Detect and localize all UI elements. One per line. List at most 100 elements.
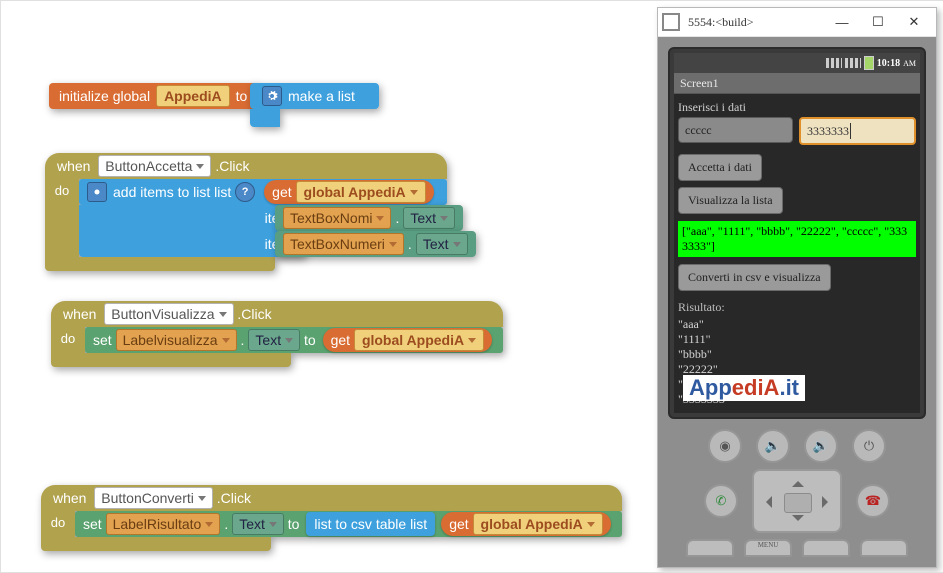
block-textboxnomi-text[interactable]: TextBoxNomi . Text (275, 205, 463, 231)
block-when-visualizza[interactable]: when ButtonVisualizza .Click do set Labe… (51, 301, 503, 367)
component-dropdown[interactable]: ButtonConverti (94, 487, 213, 509)
power-button[interactable]: ⏻ (852, 429, 886, 463)
label: .Click (215, 158, 249, 174)
label: .Click (237, 306, 271, 322)
label: to (304, 332, 316, 348)
label: set (83, 516, 102, 532)
label: get (331, 332, 350, 348)
android-statusbar: 10:18 AM (674, 53, 920, 73)
minimize-button[interactable]: — (824, 15, 860, 30)
label: do (55, 183, 69, 257)
variable-name[interactable]: AppediA (156, 85, 230, 107)
button-converti[interactable]: Converti in csv e visualizza (678, 264, 831, 291)
home-cap[interactable] (686, 539, 734, 557)
block-list-to-csv[interactable]: list to csv table list (306, 512, 435, 536)
property-dropdown[interactable]: Text (232, 513, 284, 535)
call-button[interactable]: ✆ (704, 484, 738, 518)
dropdown-text: Text (410, 210, 436, 226)
result-label: Risultato: (678, 300, 916, 315)
block-initialize-global[interactable]: initialize global AppediA to (49, 83, 257, 109)
label: make a list (288, 88, 355, 104)
block-make-a-list[interactable]: make a list (250, 83, 379, 127)
screen-title: Screen1 (680, 76, 719, 91)
close-button[interactable]: ✕ (896, 14, 932, 30)
label: .Click (217, 490, 251, 506)
label: to (236, 88, 248, 104)
variable-ref[interactable]: global AppediA (473, 513, 603, 535)
component-dropdown[interactable]: TextBoxNumeri (283, 233, 404, 255)
list-tail (250, 109, 280, 127)
component-dropdown[interactable]: LabelRisultato (106, 513, 221, 535)
dpad-right-icon (822, 496, 834, 508)
gear-icon[interactable] (87, 182, 107, 202)
battery-icon (864, 56, 874, 70)
gear-icon[interactable] (262, 86, 282, 106)
block-get-global[interactable]: get global AppediA (264, 180, 434, 204)
property-dropdown[interactable]: Text (403, 207, 455, 229)
watermark-part: ediA (732, 375, 780, 400)
component-dropdown[interactable]: Labelvisualizza (116, 329, 237, 351)
prompt-label: Inserisci i dati (678, 100, 916, 115)
dpad-left-icon (760, 496, 772, 508)
property-dropdown[interactable]: Text (416, 233, 468, 255)
block-set-labelrisultato[interactable]: set LabelRisultato . Text to list to csv… (75, 511, 622, 537)
chevron-down-icon (285, 338, 293, 343)
component-dropdown[interactable]: ButtonAccetta (98, 155, 211, 177)
help-icon[interactable]: ? (235, 182, 255, 202)
button-visualizza[interactable]: Visualizza la lista (678, 187, 783, 214)
label: do (61, 331, 75, 353)
dropdown-text: global AppediA (362, 332, 464, 348)
label: do (51, 515, 65, 537)
maximize-button[interactable]: ☐ (860, 14, 896, 30)
property-dropdown[interactable]: Text (248, 329, 300, 351)
chevron-down-icon (269, 522, 277, 527)
input-value: ccccc (685, 123, 712, 138)
volume-down-button[interactable]: 🔈 (756, 429, 790, 463)
button-accetta[interactable]: Accetta i dati (678, 154, 762, 181)
endcall-button[interactable]: ☎ (856, 484, 890, 518)
dropdown-text: TextBoxNumeri (290, 236, 385, 252)
block-get-global[interactable]: get global AppediA (323, 328, 493, 352)
clock: 10:18 (877, 58, 900, 69)
block-foot (45, 257, 275, 271)
component-dropdown[interactable]: ButtonVisualizza (104, 303, 233, 325)
watermark-part: App (689, 375, 732, 400)
block-get-global[interactable]: get global AppediA (441, 512, 611, 536)
textbox-numeri[interactable]: 3333333 (799, 117, 916, 145)
back-cap[interactable] (802, 539, 850, 557)
block-add-items-to-list[interactable]: add items to list list ? get global Appe… (79, 179, 447, 205)
dpad[interactable] (752, 469, 842, 533)
phone-frame: 10:18 AM Screen1 Inserisci i dati ccccc … (668, 47, 926, 419)
window-titlebar[interactable]: 5554:<build> — ☐ ✕ (658, 8, 936, 37)
phone-screen: Inserisci i dati ccccc 3333333 Accetta i… (674, 94, 920, 413)
label: get (272, 184, 291, 200)
dropdown-text: Labelvisualizza (123, 332, 218, 348)
chevron-down-icon (205, 522, 213, 527)
watermark: AppediA.it (683, 375, 805, 401)
component-dropdown[interactable]: TextBoxNomi (283, 207, 391, 229)
variable-ref[interactable]: global AppediA (296, 181, 426, 203)
chevron-down-icon (389, 242, 397, 247)
signal-icon (845, 58, 861, 68)
search-cap[interactable] (860, 539, 908, 557)
emulator-body: 10:18 AM Screen1 Inserisci i dati ccccc … (658, 37, 936, 567)
dpad-center[interactable] (784, 493, 812, 513)
dropdown-text: TextBoxNomi (290, 210, 372, 226)
block-textboxnumeri-text[interactable]: TextBoxNumeri . Text (275, 231, 476, 257)
chevron-down-icon (410, 190, 418, 195)
block-set-labelvisualizza[interactable]: set Labelvisualizza . Text to get global… (85, 327, 503, 353)
do-gutter: do (51, 327, 85, 353)
volume-up-button[interactable]: 🔊 (804, 429, 838, 463)
label: add items to list list (113, 184, 231, 200)
dropdown-text: ButtonVisualizza (111, 306, 214, 322)
textbox-nomi[interactable]: ccccc (678, 117, 793, 143)
label: initialize global (59, 88, 150, 104)
block-when-converti[interactable]: when ButtonConverti .Click do set LabelR… (41, 485, 622, 551)
variable-ref[interactable]: global AppediA (354, 329, 484, 351)
item-slot-1: item (79, 205, 305, 231)
label: set (93, 332, 112, 348)
app-icon (662, 13, 680, 31)
camera-button[interactable]: ◉ (708, 429, 742, 463)
dropdown-text: ButtonAccetta (105, 158, 192, 174)
menu-cap[interactable]: MENU (744, 539, 792, 557)
